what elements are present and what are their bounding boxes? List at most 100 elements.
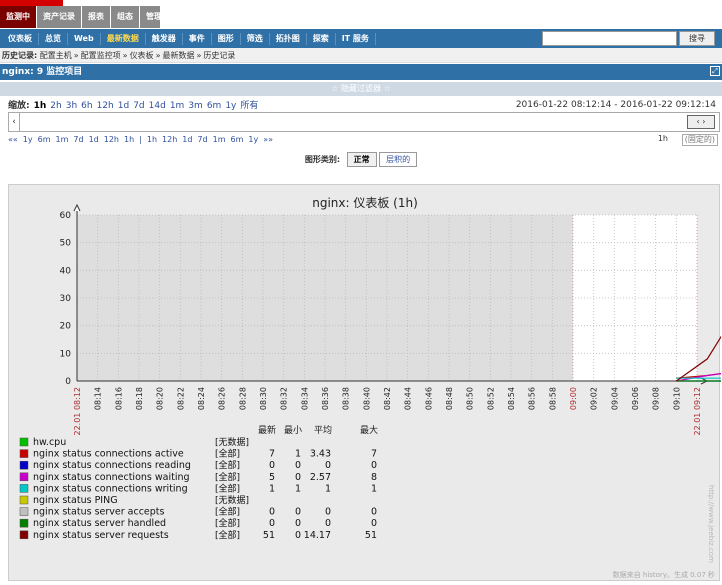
graph-type-normal-button[interactable]: 正常 <box>346 152 377 167</box>
watermark-text: http://www.jeebiz.com <box>707 485 715 563</box>
subnav-item-10[interactable]: IT 服务 <box>336 32 376 45</box>
x-tick-label: 08:52 <box>486 387 495 410</box>
zoom-option[interactable]: 1m <box>170 101 185 111</box>
graph-type-selector: 图形类别: 正常 层积的 <box>0 152 722 167</box>
x-tick-label: 08:58 <box>548 387 557 410</box>
zoom-option[interactable]: 2h <box>50 101 61 111</box>
history-separator: » <box>196 51 202 60</box>
history-link[interactable]: 仪表板 <box>130 51 154 60</box>
subnav-item-7[interactable]: 筛选 <box>241 32 270 45</box>
nav-step[interactable]: «« <box>8 135 18 144</box>
legend-name: nginx status connections active <box>33 449 184 460</box>
legend-swatch <box>19 484 29 493</box>
nav-step[interactable]: 1d <box>89 135 99 144</box>
nav-step[interactable]: »» <box>263 135 273 144</box>
subnav-item-8[interactable]: 拓扑图 <box>270 32 307 45</box>
legend-swatch <box>19 449 29 458</box>
legend-value: 0 <box>325 507 331 518</box>
zoom-option[interactable]: 6h <box>81 101 92 111</box>
scroll-left-arrow-icon[interactable]: ‹ <box>9 113 20 131</box>
zoom-option[interactable]: 14d <box>149 101 166 111</box>
subnav-item-1[interactable]: 总览 <box>39 32 68 45</box>
subnav-item-9[interactable]: 探索 <box>307 32 336 45</box>
nav-step[interactable]: 1h <box>124 135 134 144</box>
search-button[interactable]: 搜寻 <box>679 31 715 46</box>
x-tick-label: 09:10 <box>672 387 681 410</box>
subnav-item-5[interactable]: 事件 <box>183 32 212 45</box>
nav-step[interactable]: 12h <box>162 135 177 144</box>
search-input[interactable] <box>542 31 677 46</box>
legend-swatch <box>19 437 29 447</box>
nav-step[interactable]: 1y <box>23 135 33 144</box>
tab-0[interactable]: 监测中 <box>0 6 37 28</box>
zoom-option[interactable]: 3m <box>188 101 203 111</box>
nav-step[interactable]: 6m <box>38 135 51 144</box>
scroll-handle[interactable]: ‹ › <box>687 115 715 129</box>
legend-value: 0 <box>371 507 377 518</box>
legend-unit: [全部] <box>215 506 240 518</box>
tab-3[interactable]: 组态 <box>111 6 140 28</box>
history-link[interactable]: 历史记录 <box>203 51 235 60</box>
legend-swatch <box>19 530 29 540</box>
x-tick-label: 09:06 <box>631 387 640 410</box>
nav-step[interactable]: 1d <box>182 135 192 144</box>
tab-2[interactable]: 报表 <box>82 6 111 28</box>
y-tick-label: 10 <box>60 349 72 359</box>
y-tick-label: 30 <box>60 294 72 304</box>
x-tick-label: 22.01 08:12 <box>73 387 82 436</box>
legend-value: 1 <box>325 483 331 494</box>
nav-step[interactable]: 1m <box>213 135 226 144</box>
nav-step[interactable]: 7d <box>73 135 83 144</box>
zoom-option[interactable]: 3h <box>66 101 77 111</box>
legend-name: nginx status server handled <box>33 518 166 529</box>
filter-toggle[interactable]: ☆ 隐藏过滤器 ☆ <box>0 82 722 96</box>
x-tick-label: 08:32 <box>280 387 289 410</box>
x-tick-label: 08:22 <box>176 387 185 410</box>
zoom-option[interactable]: 1h <box>34 101 47 111</box>
x-tick-label: 08:26 <box>218 387 227 410</box>
time-sep: - <box>614 100 618 110</box>
period-label: 1h <box>657 134 668 143</box>
fullscreen-icon[interactable]: ⤢ <box>710 66 720 76</box>
zoom-option[interactable]: 1d <box>118 101 129 111</box>
subnav-item-2[interactable]: Web <box>68 32 101 45</box>
legend-value: 1 <box>269 483 275 494</box>
tab-1[interactable]: 资产记录 <box>37 6 82 28</box>
x-tick-label: 08:54 <box>507 387 516 410</box>
fixed-toggle[interactable]: (固定的) <box>681 134 718 146</box>
legend-value: 0 <box>295 507 301 518</box>
zoom-option[interactable]: 所有 <box>240 101 258 111</box>
x-tick-label: 08:28 <box>238 387 247 410</box>
nav-step[interactable]: 12h <box>104 135 119 144</box>
nav-step[interactable]: 1h <box>147 135 157 144</box>
nav-step[interactable]: 1m <box>56 135 69 144</box>
zoom-option[interactable]: 6m <box>207 101 222 111</box>
graph-panel: nginx: 仪表板 (1h) 0 10 20 30 40 50 60 22.01 08:12 0… <box>8 184 722 581</box>
x-tick-label: 08:18 <box>135 387 144 410</box>
time-range: 2016-01-22 08:12:14 - 2016-01-22 09:12:1… <box>516 100 716 110</box>
graph-type-stacked-button[interactable]: 层积的 <box>379 152 418 167</box>
subnav-item-3[interactable]: 最新数据 <box>101 32 146 45</box>
history-link[interactable]: 配置主机 <box>40 51 72 60</box>
legend-unit: [无数据] <box>215 494 249 506</box>
subnav-item-6[interactable]: 图形 <box>212 32 241 45</box>
legend-value: 7 <box>269 449 275 460</box>
nav-step[interactable]: 1y <box>248 135 258 144</box>
zoom-option[interactable]: 7d <box>133 101 144 111</box>
zoom-option[interactable]: 1y <box>225 101 236 111</box>
nav-step[interactable]: 7d <box>197 135 207 144</box>
history-link[interactable]: 配置监控项 <box>81 51 121 60</box>
subnav-item-4[interactable]: 触发器 <box>146 32 183 45</box>
legend-value: 3.43 <box>310 449 331 460</box>
zoom-option[interactable]: 12h <box>97 101 114 111</box>
subnav-item-0[interactable]: 仪表板 <box>2 32 39 45</box>
chart-title: nginx: 仪表板 (1h) <box>312 196 418 210</box>
legend-value: 1 <box>295 449 301 460</box>
timeline-scrollbar[interactable]: ‹ ‹ › <box>8 112 720 132</box>
legend-unit: [全部] <box>215 448 240 460</box>
nav-step[interactable]: 6m <box>231 135 244 144</box>
history-link[interactable]: 最新数据 <box>162 51 194 60</box>
graph-type-label: 图形类别: <box>304 155 341 164</box>
x-tick-label: 09:02 <box>590 387 599 410</box>
legend-swatch <box>19 507 29 516</box>
